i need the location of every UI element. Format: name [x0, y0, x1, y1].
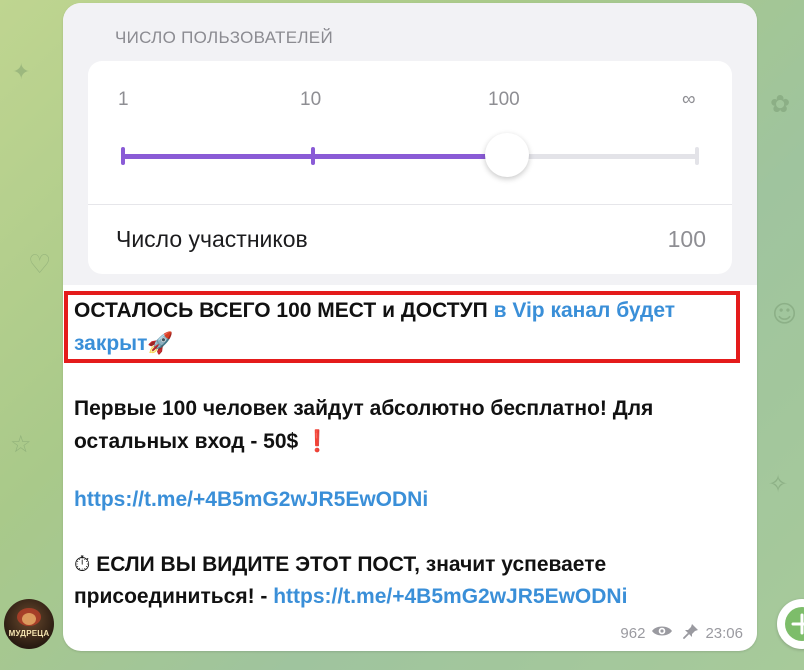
join-text-2: присоединиться! - [74, 585, 268, 608]
tick-label-infinity: ∞ [682, 89, 696, 110]
message-paragraph-join: ⏱ ЕСЛИ ВЫ ВИДИТЕ ЭТОТ ПОСТ, значит успев… [74, 548, 734, 613]
wallpaper-doodle: ✧ [768, 470, 789, 498]
wallpaper-doodle: ♡ [28, 250, 52, 280]
stopwatch-icon: ⏱ [74, 552, 91, 576]
plus-icon [785, 607, 804, 641]
channel-avatar[interactable]: МУДРЕЦА [4, 599, 54, 649]
pin-icon [683, 623, 699, 643]
exclamation-icon: ❗ [304, 429, 331, 453]
members-count-label: Число участников [116, 226, 308, 252]
slider-card: 1 10 100 ∞ Число участников 100 [88, 61, 732, 274]
message-text-plain: ОСТАЛОСЬ ВСЕГО 100 МЕСТ и ДОСТУП [74, 299, 488, 322]
free-entry-text-2: остальных вход - 50$ [74, 430, 299, 453]
message-time: 23:06 [705, 624, 743, 642]
invite-link-2[interactable]: https://t.me/+4B5mG2wJR5EwODNi [273, 585, 627, 608]
divider [88, 204, 732, 205]
slider-tick-infinity [695, 147, 699, 165]
slider-tick-1 [121, 147, 125, 165]
tick-label-10: 10 [300, 89, 322, 110]
poll-card: ЧИСЛО ПОЛЬЗОВАТЕЛЕЙ 1 10 100 ∞ Число уча… [63, 3, 757, 285]
wallpaper-doodle: ☺ [772, 300, 798, 328]
message-bubble[interactable]: ЧИСЛО ПОЛЬЗОВАТЕЛЕЙ 1 10 100 ∞ Число уча… [63, 3, 757, 651]
message-meta: 962 23:06 [620, 623, 743, 643]
join-text-1: ЕСЛИ ВЫ ВИДИТЕ ЭТОТ ПОСТ, значит успевае… [96, 553, 607, 576]
message-link-paragraph: https://t.me/+4B5mG2wJR5EwODNi [74, 484, 734, 516]
share-button[interactable] [777, 599, 804, 649]
wallpaper-doodle: ✦ [12, 60, 31, 85]
wallpaper-doodle: ✿ [770, 90, 791, 118]
vip-channel-link-text-2[interactable]: закрыт [74, 332, 147, 355]
eye-icon [651, 624, 673, 642]
message-paragraph-free-entry: Первые 100 человек зайдут абсолютно бесп… [74, 393, 734, 458]
members-count-value: 100 [667, 226, 706, 252]
tick-label-100: 100 [488, 89, 520, 110]
tick-label-1: 1 [118, 89, 129, 110]
views-count: 962 [620, 624, 646, 642]
slider-tick-10 [311, 147, 315, 165]
message-line-highlighted: ОСТАЛОСЬ ВСЕГО 100 МЕСТ и ДОСТУП в Vip к… [74, 295, 734, 360]
avatar-text: МУДРЕЦА [8, 629, 50, 638]
free-entry-text-1: Первые 100 человек зайдут абсолютно бесп… [74, 397, 654, 420]
poll-title: ЧИСЛО ПОЛЬЗОВАТЕЛЕЙ [115, 28, 333, 47]
avatar-art [17, 608, 41, 626]
rocket-icon: 🚀 [147, 331, 174, 355]
vip-channel-link-text[interactable]: в Vip канал будет [494, 299, 675, 322]
wallpaper-doodle: ☆ [10, 430, 32, 458]
invite-link-1[interactable]: https://t.me/+4B5mG2wJR5EwODNi [74, 488, 428, 511]
slider-knob[interactable] [484, 133, 529, 177]
slider-track[interactable] [123, 154, 698, 159]
